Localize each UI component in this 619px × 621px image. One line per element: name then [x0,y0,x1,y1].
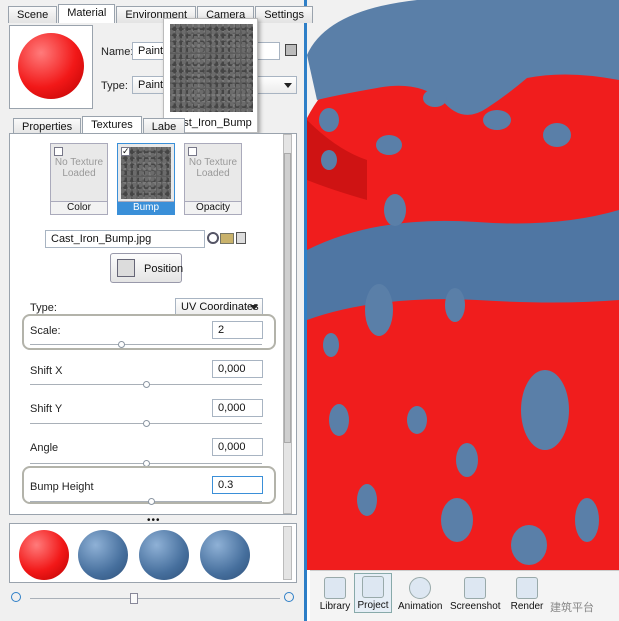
bump-height-slider-knob[interactable] [148,498,155,505]
angle-label: Angle [30,442,59,454]
library-button[interactable]: Library [316,575,354,612]
chevron-down-icon [250,305,258,310]
project-button[interactable]: Project [354,573,392,613]
zoom-out-icon[interactable] [11,592,21,602]
material-panel: Scene Material Environment Camera Settin… [0,0,313,621]
bump-height-slider[interactable] [30,498,262,505]
shifty-slider[interactable] [30,420,262,427]
folder-icon[interactable] [220,233,234,244]
main-tabs: Scene Material Environment Camera Settin… [8,4,314,23]
shifty-input[interactable]: 0,000 [212,399,263,417]
tab-scene[interactable]: Scene [8,6,58,23]
screenshot-button[interactable]: Screenshot [450,575,501,612]
shifty-label: Shift Y [30,403,63,415]
vertical-scrollbar[interactable] [283,134,292,514]
material-preview[interactable] [9,25,93,109]
watermark: 建筑平台 [550,602,594,614]
shiftx-slider-knob[interactable] [143,381,150,388]
shifty-slider-knob[interactable] [143,420,150,427]
library-scrollbar[interactable] [283,526,292,580]
texture-slot-color[interactable]: No Texture Loaded Color [50,143,108,215]
angle-slider[interactable] [30,460,262,467]
chevron-down-icon [284,83,292,88]
zoom-in-icon[interactable] [284,592,294,602]
shiftx-label: Shift X [30,365,63,377]
texture-file-input[interactable]: Cast_Iron_Bump.jpg [45,230,205,248]
trash-icon[interactable] [236,232,246,244]
material-thumb-blue-2[interactable] [139,530,189,580]
bottom-toolbar: Library Project Animation Screenshot Ren… [310,570,619,621]
model-render [307,0,619,570]
scale-input[interactable]: 2 [212,321,263,339]
render-button[interactable]: Render [508,575,546,612]
material-thumb-blue-1[interactable] [78,530,128,580]
zoom-slider[interactable] [30,593,280,604]
texture-opacity-checkbox[interactable] [188,147,197,156]
render-viewport[interactable] [307,0,619,570]
material-library [9,523,297,583]
teapot-icon [516,577,538,599]
library-icon [324,577,346,599]
animation-icon [409,577,431,599]
position-cube-icon [117,259,135,277]
camera-icon [464,577,486,599]
name-label: Name: [101,46,134,58]
reload-icon[interactable] [207,232,219,244]
zoom-slider-knob[interactable] [130,593,138,604]
type-label: Type: [101,80,128,92]
material-thumb-red[interactable] [19,530,69,580]
shiftx-slider[interactable] [30,381,262,388]
tab-material[interactable]: Material [58,4,116,23]
project-icon [362,576,384,598]
position-button[interactable]: Position [110,253,183,283]
material-thumb-blue-3[interactable] [200,530,250,580]
texture-slot-opacity[interactable]: No Texture Loaded Opacity [184,143,242,215]
save-icon[interactable] [285,44,297,56]
scale-label: Scale: [30,325,61,337]
shiftx-input[interactable]: 0,000 [212,360,263,378]
angle-input[interactable]: 0,000 [212,438,263,456]
scale-slider-knob[interactable] [118,341,125,348]
texture-slot-bump[interactable]: ✓ Bump [117,143,175,215]
texture-bump-checkbox[interactable]: ✓ [121,147,130,156]
scale-slider[interactable] [30,341,262,348]
mapping-type-label: Type: [30,302,57,314]
texture-thumbnail [170,24,253,112]
scrollbar-thumb[interactable] [284,153,291,443]
tab-settings[interactable]: Settings [255,6,313,23]
texture-color-checkbox[interactable] [54,147,63,156]
material-preview-sphere [18,33,84,99]
bump-height-input[interactable]: 0.3 [212,476,263,494]
bump-height-label: Bump Height [30,481,94,493]
animation-button[interactable]: Animation [398,575,442,612]
texture-hover-preview: Cast_Iron_Bump [163,18,258,133]
